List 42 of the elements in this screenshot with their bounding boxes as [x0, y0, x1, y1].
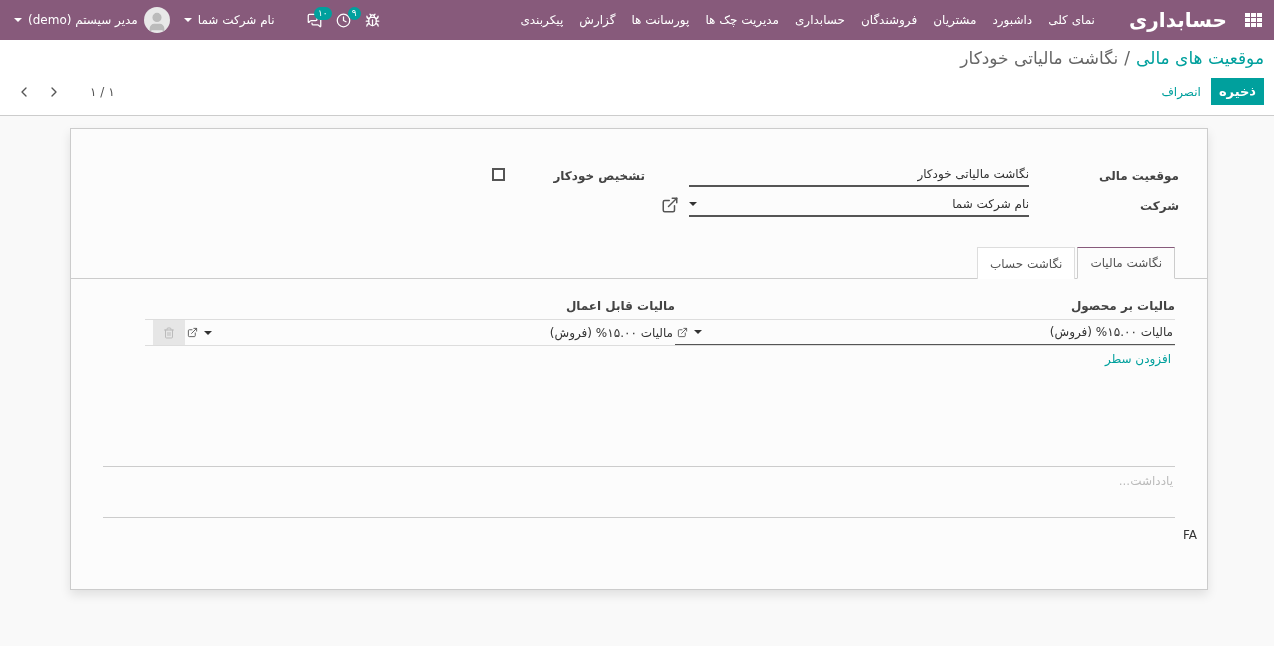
save-button[interactable]: ذخیره [1210, 78, 1264, 105]
column-header: مالیات بر محصول [1069, 299, 1175, 313]
menu-item[interactable]: حسابداری [786, 13, 853, 27]
menu-item[interactable]: مدیریت چک ها [697, 13, 787, 27]
external-link-icon[interactable] [187, 327, 198, 338]
menu-item[interactable]: مشتریان [925, 13, 985, 27]
tab[interactable]: نگاشت مالیات [1077, 247, 1175, 279]
field-label: شرکت [1139, 199, 1179, 215]
cancel-button[interactable]: انصراف [1161, 84, 1201, 99]
checkbox[interactable] [492, 168, 505, 181]
menu-item[interactable]: پیکربندی [512, 13, 572, 27]
menu-item[interactable]: گزارش [571, 13, 624, 27]
column-header: مالیات قابل اعمال [564, 299, 675, 313]
clock-icon[interactable] [335, 12, 351, 28]
company-switcher[interactable]: نام شرکت شما [183, 13, 275, 27]
external-link-icon[interactable] [661, 196, 679, 214]
avatar-icon [143, 7, 170, 33]
field-label: موقعیت مالی [1098, 169, 1179, 186]
bug-icon[interactable] [364, 12, 380, 28]
menu-item[interactable]: فروشندگان [852, 13, 926, 27]
breadcrumb-current: نگاشت مالیاتی خودکار [960, 48, 1119, 68]
menu-item[interactable]: نمای کلی [1040, 13, 1103, 27]
breadcrumb-link[interactable]: موقعیت های مالی [1136, 48, 1264, 68]
select-field[interactable]: مالیات ۱۵.۰۰% (فروش) [185, 320, 675, 345]
tab[interactable]: نگاشت حساب [977, 247, 1076, 279]
notes-field[interactable]: یادداشت... [103, 473, 1175, 489]
user-menu[interactable]: مدیر سیستم (demo) [14, 7, 170, 33]
app-title: حسابداری [1128, 8, 1227, 32]
pager-counter: ۱ / ۱ [90, 84, 115, 99]
add-line-link[interactable]: افزودن سطر [1105, 352, 1171, 366]
count-badge: ۱۰ [313, 6, 332, 20]
field-label: تشخیص خودکار [552, 169, 645, 186]
menu-item[interactable]: پورسانت ها [623, 13, 698, 27]
external-link-icon[interactable] [677, 326, 688, 338]
input-field[interactable]: نگاشت مالیاتی خودکار [689, 163, 1029, 187]
menu-item[interactable]: داشبورد [984, 13, 1041, 27]
select-field[interactable]: مالیات ۱۵.۰۰% (فروش) [675, 320, 1175, 345]
apps-grid-icon[interactable] [1245, 13, 1262, 27]
breadcrumb-separator: / [1124, 48, 1131, 68]
select-field[interactable]: نام شرکت شما [689, 193, 1029, 217]
count-badge: ۹ [347, 6, 361, 20]
language-code: FA [1183, 528, 1197, 542]
